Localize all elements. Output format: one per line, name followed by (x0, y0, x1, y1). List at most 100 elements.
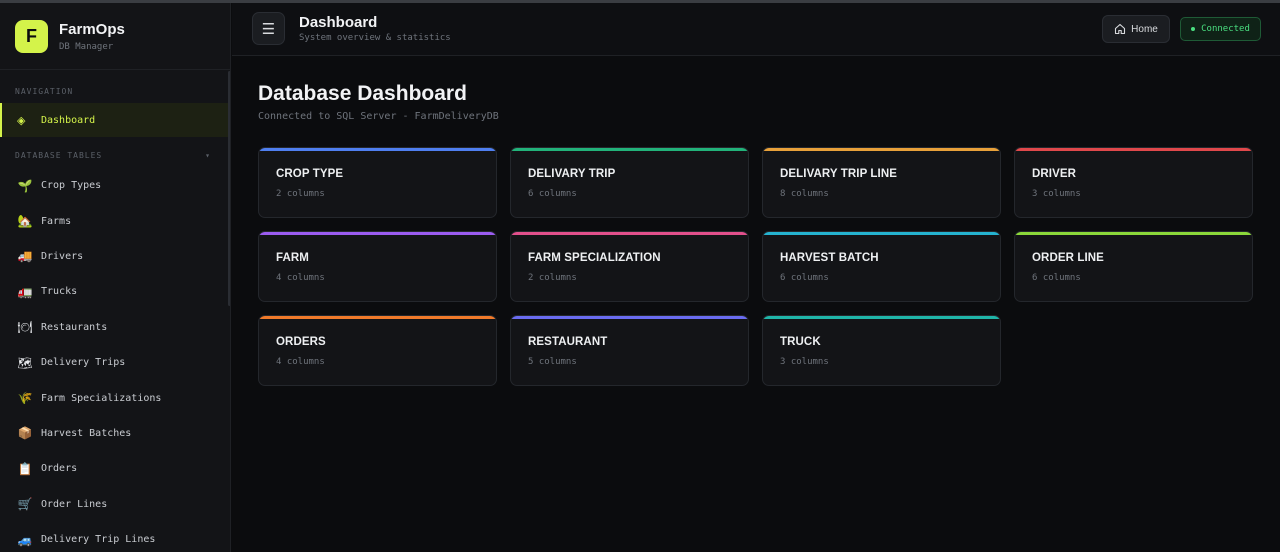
brand[interactable]: F FarmOps DB Manager (0, 3, 230, 70)
menu-toggle-button[interactable]: ☰ (252, 12, 285, 45)
sidebar-item-label: Order Lines (41, 498, 108, 510)
plate-icon: 🍽 (17, 320, 33, 335)
card-title: DELIVARY TRIP LINE (780, 168, 898, 180)
table-card-orders[interactable]: ORDERS 4 columns (258, 315, 497, 386)
home-button[interactable]: Home (1102, 15, 1170, 43)
card-column-count: 4 columns (276, 357, 325, 367)
farm-house-icon: 🏡 (17, 214, 33, 229)
card-title: CROP TYPE (276, 168, 344, 180)
sidebar-item-farm-specializations[interactable]: 🌾 Farm Specializations (0, 380, 229, 415)
table-card-grid: CROP TYPE 2 columns DELIVARY TRIP 6 columns… (258, 147, 1254, 386)
sidebar-item-label: Delivery Trip Lines (41, 534, 156, 546)
status-label: Connected (1201, 24, 1250, 34)
package-icon: 📦 (17, 426, 33, 441)
status-badge: Connected (1180, 17, 1261, 41)
farmer-icon: 🌾 (17, 391, 33, 406)
sidebar-item-dashboard[interactable]: ◈ Dashboard (0, 103, 229, 137)
home-icon (1115, 23, 1126, 35)
sidebar-item-label: Harvest Batches (41, 427, 132, 439)
chevron-down-icon[interactable]: ▾ (205, 151, 211, 160)
card-column-count: 5 columns (528, 357, 577, 367)
sidebar-item-label: Dashboard (41, 114, 96, 126)
truck-icon: 🚛 (17, 284, 33, 299)
sidebar-item-orders[interactable]: 📋 Orders (0, 451, 229, 486)
sidebar-item-harvest-batches[interactable]: 📦 Harvest Batches (0, 416, 229, 451)
card-title: FARM SPECIALIZATION (528, 252, 661, 264)
sidebar-item-farms[interactable]: 🏡 Farms (0, 203, 229, 238)
clipboard-icon: 📋 (17, 461, 33, 476)
sidebar-item-restaurants[interactable]: 🍽 Restaurants (0, 310, 229, 345)
table-card-farm[interactable]: FARM 4 columns (258, 231, 497, 302)
card-accent-bar (1015, 148, 1252, 151)
card-accent-bar (511, 148, 748, 151)
sidebar-item-drivers[interactable]: 🚚 Drivers (0, 239, 229, 274)
card-column-count: 3 columns (1032, 189, 1081, 199)
card-accent-bar (763, 148, 1000, 151)
car-icon: 🚙 (17, 532, 33, 547)
card-accent-bar (259, 148, 496, 151)
sidebar-item-order-lines[interactable]: 🛒 Order Lines (0, 487, 229, 522)
card-title: TRUCK (780, 336, 821, 348)
card-title: FARM (276, 252, 309, 264)
navigation-section-label: NAVIGATION (15, 87, 74, 96)
card-accent-bar (1015, 232, 1252, 235)
card-column-count: 6 columns (1032, 273, 1081, 283)
card-column-count: 6 columns (780, 273, 829, 283)
sidebar-item-label: Delivery Trips (41, 357, 126, 369)
card-accent-bar (259, 232, 496, 235)
sidebar-item-label: Farm Specializations (41, 392, 162, 404)
sidebar-item-label: Orders (41, 463, 78, 475)
card-column-count: 8 columns (780, 189, 829, 199)
hamburger-icon: ☰ (261, 19, 276, 38)
page-subtitle: System overview & statistics (299, 33, 451, 43)
card-accent-bar (763, 232, 1000, 235)
table-card-farm-specialization[interactable]: FARM SPECIALIZATION 2 columns (510, 231, 749, 302)
sidebar-item-delivery-trip-lines[interactable]: 🚙 Delivery Trip Lines (0, 522, 229, 552)
table-card-crop-type[interactable]: CROP TYPE 2 columns (258, 147, 497, 218)
table-card-harvest-batch[interactable]: HARVEST BATCH 6 columns (762, 231, 1001, 302)
card-accent-bar (511, 232, 748, 235)
sidebar-item-label: Trucks (41, 286, 78, 298)
brand-name: FarmOps (59, 20, 125, 38)
dashboard-title: Database Dashboard (258, 82, 467, 105)
card-accent-bar (763, 316, 1000, 319)
card-title: ORDER LINE (1032, 252, 1104, 264)
home-button-label: Home (1131, 23, 1158, 35)
diamond-icon: ◈ (17, 113, 26, 127)
tables-section-label: DATABASE TABLES (15, 151, 103, 160)
card-column-count: 3 columns (780, 357, 829, 367)
table-card-restaurant[interactable]: RESTAURANT 5 columns (510, 315, 749, 386)
sidebar: F FarmOps DB Manager NAVIGATION ◈ Dashbo… (0, 3, 231, 552)
sidebar-item-trucks[interactable]: 🚛 Trucks (0, 274, 229, 309)
table-card-truck[interactable]: TRUCK 3 columns (762, 315, 1001, 386)
tables-section-header[interactable]: DATABASE TABLES ▾ (0, 151, 230, 160)
top-header: ☰ Dashboard System overview & statistics… (232, 3, 1280, 56)
table-card-delivary-trip[interactable]: DELIVARY TRIP 6 columns (510, 147, 749, 218)
sidebar-item-label: Crop Types (41, 180, 102, 192)
sidebar-item-label: Restaurants (41, 321, 108, 333)
sidebar-item-crop-types[interactable]: 🌱 Crop Types (0, 168, 229, 203)
table-card-order-line[interactable]: ORDER LINE 6 columns (1014, 231, 1253, 302)
card-accent-bar (259, 316, 496, 319)
sidebar-item-delivery-trips[interactable]: 🗺 Delivery Trips (0, 345, 229, 380)
dashboard-subtitle: Connected to SQL Server - FarmDeliveryDB (258, 111, 499, 122)
sidebar-item-label: Drivers (41, 250, 84, 262)
logo-icon: F (15, 19, 48, 53)
seedling-icon: 🌱 (17, 178, 33, 193)
card-accent-bar (511, 316, 748, 319)
table-card-delivary-trip-line[interactable]: DELIVARY TRIP LINE 8 columns (762, 147, 1001, 218)
sidebar-table-list: 🌱 Crop Types 🏡 Farms 🚚 Drivers 🚛 Trucks 🍽 Restaur… (0, 168, 229, 552)
delivery-truck-icon: 🚚 (17, 249, 33, 264)
brand-subtitle: DB Manager (59, 41, 114, 52)
table-card-driver[interactable]: DRIVER 3 columns (1014, 147, 1253, 218)
cart-icon: 🛒 (17, 497, 33, 512)
card-title: HARVEST BATCH (780, 252, 879, 264)
card-column-count: 4 columns (276, 273, 325, 283)
sidebar-scrollbar[interactable] (228, 71, 230, 306)
card-title: ORDERS (276, 336, 326, 348)
map-icon: 🗺 (17, 355, 33, 370)
card-title: DELIVARY TRIP (528, 168, 616, 180)
sidebar-item-label: Farms (41, 215, 72, 227)
status-dot-icon (1191, 27, 1196, 31)
card-column-count: 2 columns (528, 273, 577, 283)
